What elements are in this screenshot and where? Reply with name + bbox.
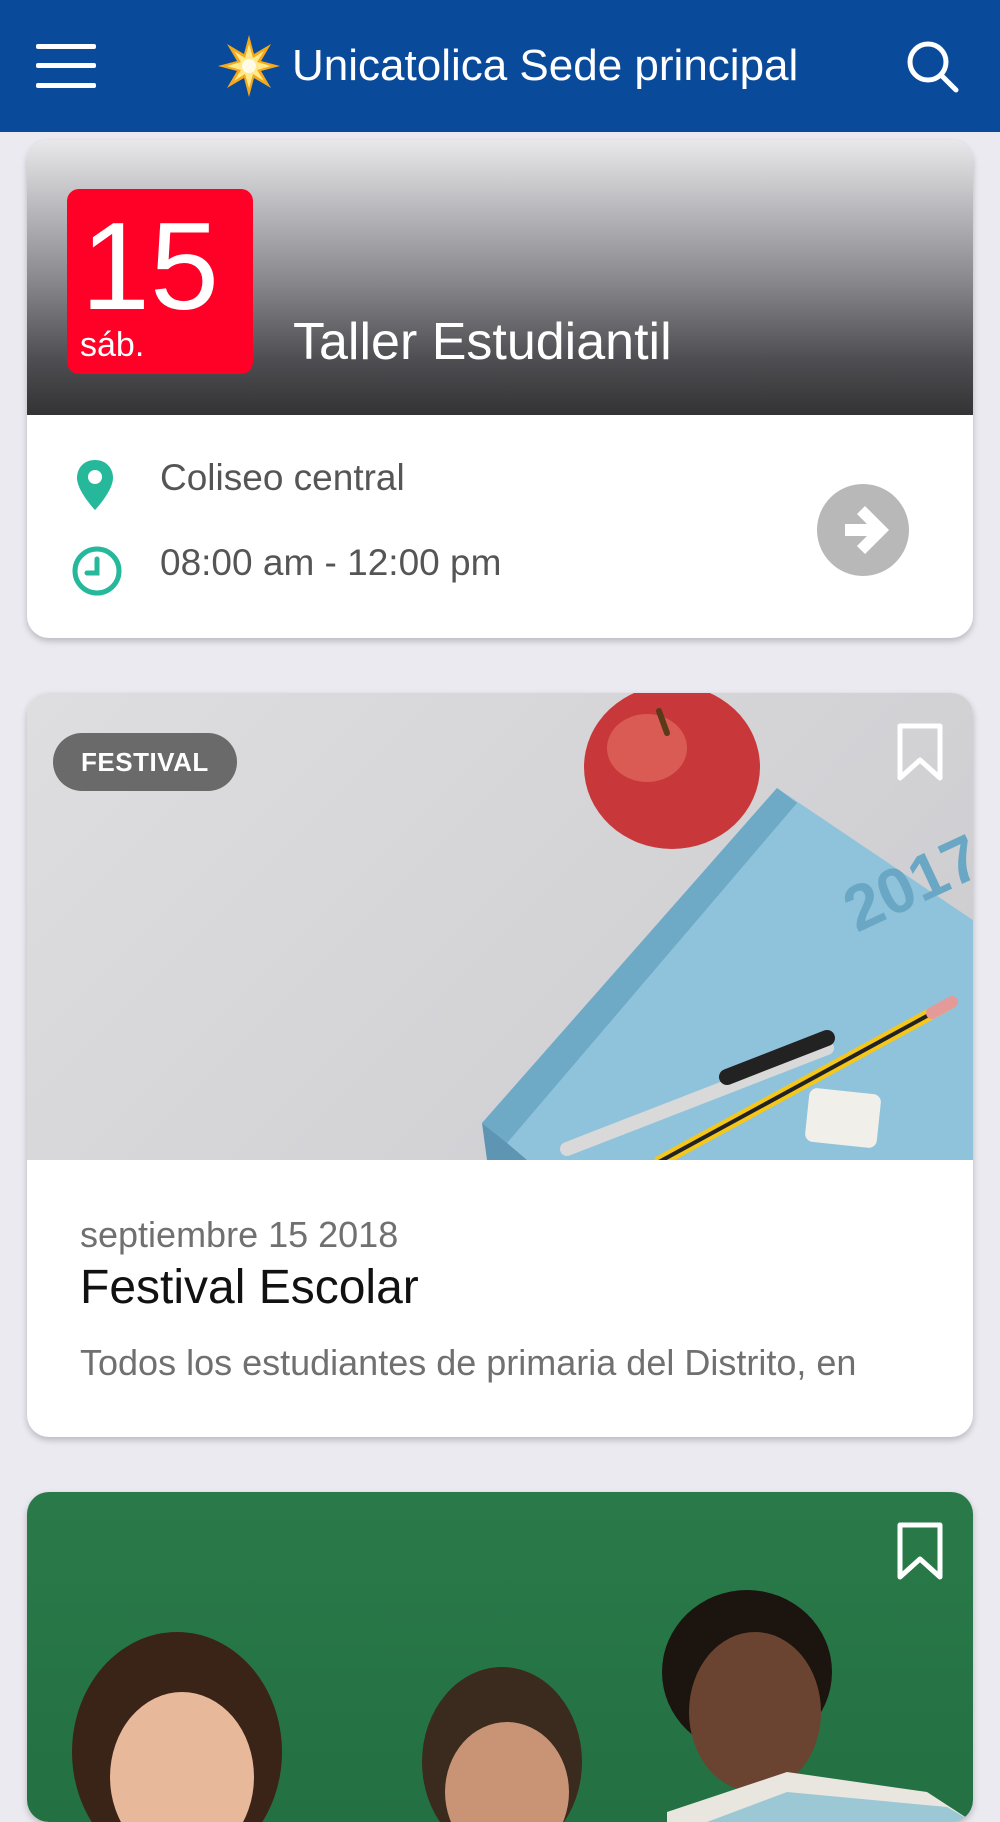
festival-date: septiembre 15 2018 xyxy=(80,1214,399,1255)
event-card[interactable]: 15 sáb. Taller Estudiantil Coliseo centr… xyxy=(27,140,973,638)
event-title: Taller Estudiantil xyxy=(293,313,672,371)
festival-title: Festival Escolar xyxy=(80,1261,419,1314)
app-bar: Unicatolica Sede principal xyxy=(0,0,1000,132)
app-title: Unicatolica Sede principal xyxy=(292,41,799,90)
search-icon[interactable] xyxy=(904,38,962,96)
event-time: 08:00 am - 12:00 pm xyxy=(160,542,502,583)
festival-card[interactable]: 2017 FESTIVAL septiembre 15 2018 Festiva… xyxy=(27,693,973,1437)
map-pin-icon xyxy=(77,460,113,510)
menu-button[interactable] xyxy=(36,44,96,88)
event-card-body: Coliseo central 08:00 am - 12:00 pm xyxy=(27,415,973,638)
menu-line xyxy=(36,83,96,88)
app-brand: Unicatolica Sede principal xyxy=(216,30,798,102)
clock-icon xyxy=(72,546,122,596)
menu-line xyxy=(36,63,96,68)
festival-image: 2017 FESTIVAL xyxy=(27,693,973,1160)
arrow-right-circle-icon[interactable] xyxy=(817,484,909,576)
bookmark-icon[interactable] xyxy=(897,723,943,781)
bookmark-icon[interactable] xyxy=(897,1522,943,1580)
date-badge: 15 sáb. xyxy=(67,189,253,374)
children-reading-illustration xyxy=(72,1590,973,1822)
festival-description: Todos los estudiantes de primaria del Di… xyxy=(80,1342,857,1383)
event-card-header: 15 sáb. Taller Estudiantil xyxy=(27,140,973,415)
event-location: Coliseo central xyxy=(160,457,405,498)
festival-card-body: septiembre 15 2018 Festival Escolar Todo… xyxy=(27,1160,973,1437)
category-chip[interactable]: FESTIVAL xyxy=(53,733,237,791)
star-burst-logo xyxy=(218,35,280,97)
event-day: 15 xyxy=(81,198,219,336)
kids-image xyxy=(27,1492,973,1822)
kids-card[interactable] xyxy=(27,1492,973,1822)
event-weekday: sáb. xyxy=(80,326,145,364)
hamburger-menu-icon xyxy=(36,44,96,49)
